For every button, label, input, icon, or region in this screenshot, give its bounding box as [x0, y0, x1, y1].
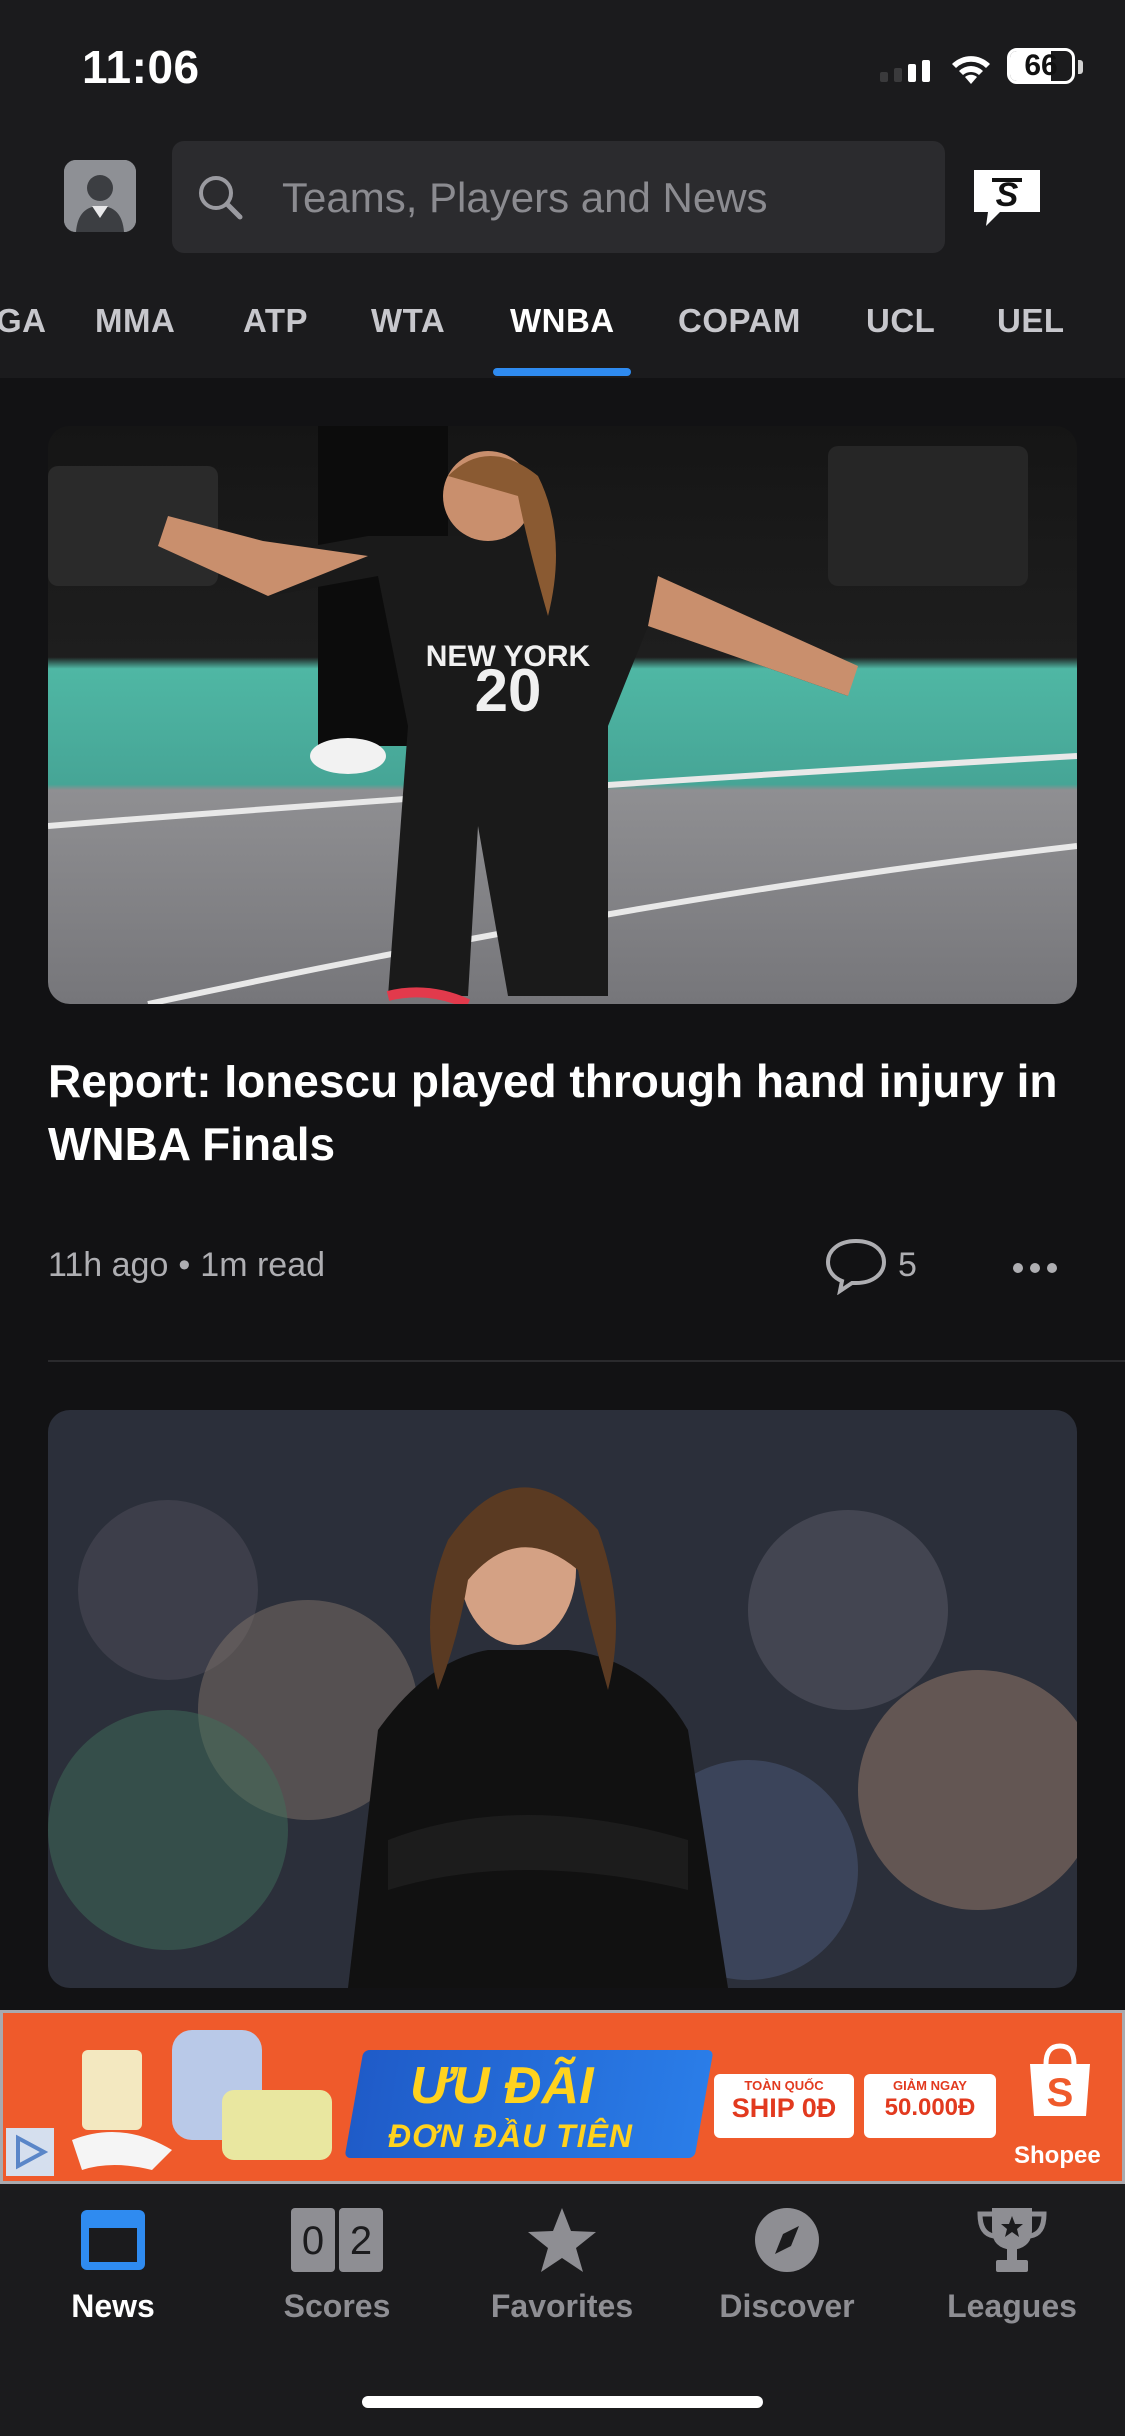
tab-copam[interactable]: COPAM	[678, 302, 801, 340]
nav-scores[interactable]: 0 2 Scores	[237, 2204, 437, 2325]
star-icon	[528, 2208, 596, 2272]
score-digit: 0	[302, 2219, 324, 2263]
thescore-chat-icon[interactable]: S	[970, 166, 1044, 230]
nav-label: Scores	[283, 2288, 391, 2324]
trophy-icon	[977, 2208, 1047, 2272]
more-options-icon[interactable]	[1012, 1262, 1058, 1274]
active-tab-indicator	[493, 368, 631, 376]
article-image[interactable]	[48, 1410, 1077, 1988]
article-age: 11h ago	[48, 1246, 169, 1284]
cellular-signal-icon	[880, 60, 930, 82]
score-digit: 2	[350, 2219, 372, 2263]
tab-ucl[interactable]: UCL	[866, 302, 935, 340]
tab-ga[interactable]: GA	[0, 302, 47, 340]
article-divider	[48, 1360, 1125, 1362]
ad-border	[0, 2010, 1125, 2184]
profile-avatar[interactable]	[64, 160, 136, 232]
comment-count[interactable]: 5	[898, 1246, 917, 1285]
comment-icon[interactable]	[824, 1237, 888, 1295]
svg-text:NEW YORK: NEW YORK	[426, 640, 591, 673]
compass-icon	[755, 2208, 819, 2272]
tab-atp[interactable]: ATP	[243, 302, 308, 340]
article-image[interactable]: 20 NEW YORK	[48, 426, 1077, 1004]
home-indicator[interactable]	[362, 2396, 763, 2408]
tab-wta[interactable]: WTA	[371, 302, 445, 340]
battery-indicator: 66	[1007, 48, 1075, 84]
article-read-time: 1m read	[200, 1246, 326, 1284]
ad-banner[interactable]: ƯU ĐÃI ĐƠN ĐẦU TIÊN TOÀN QUỐC SHIP 0Đ GI…	[0, 2010, 1125, 2184]
status-bar: 11:06 66	[0, 0, 1125, 140]
league-tabs: GA MMA ATP WTA WNBA COPAM UCL UEL	[0, 280, 1125, 378]
nav-discover[interactable]: Discover	[687, 2204, 887, 2325]
battery-percent: 66	[1024, 49, 1058, 82]
nav-label: Favorites	[490, 2288, 634, 2324]
meta-separator: •	[178, 1246, 191, 1284]
search-bar[interactable]: Teams, Players and News	[172, 141, 945, 253]
nav-label: Leagues	[947, 2288, 1077, 2324]
battery-cap	[1078, 60, 1083, 74]
app-header: 11:06 66 Teams, Players and News S GA MM…	[0, 0, 1125, 378]
wifi-icon	[952, 56, 990, 84]
tab-uel[interactable]: UEL	[997, 302, 1065, 340]
news-icon	[81, 2210, 145, 2270]
nav-leagues[interactable]: Leagues	[912, 2204, 1112, 2325]
search-input[interactable]: Teams, Players and News	[282, 174, 768, 222]
search-icon	[199, 176, 243, 220]
status-time: 11:06	[82, 41, 200, 93]
article-headline[interactable]: Report: Ionescu played through hand inju…	[48, 1050, 1078, 1176]
tab-wnba[interactable]: WNBA	[510, 302, 615, 340]
nav-news[interactable]: News	[13, 2204, 213, 2325]
tab-mma[interactable]: MMA	[95, 302, 175, 340]
person-icon	[64, 160, 136, 232]
nav-favorites[interactable]: Favorites	[462, 2204, 662, 2325]
article-meta: 11h ago • 1m read	[48, 1246, 325, 1285]
scores-icon: 0 2	[291, 2208, 383, 2272]
nav-label: News	[71, 2288, 155, 2324]
nav-label: Discover	[719, 2288, 855, 2324]
